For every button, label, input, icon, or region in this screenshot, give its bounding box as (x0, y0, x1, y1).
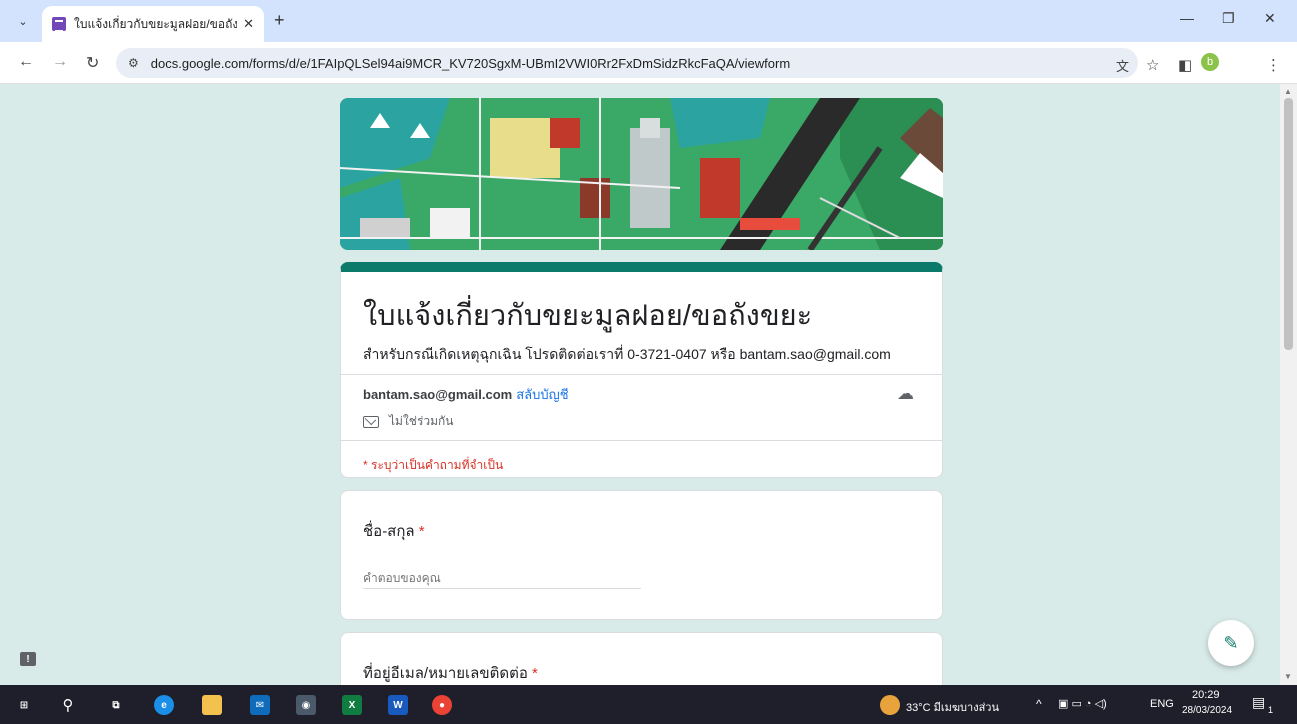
account-info: bantam.sao@gmail.com สลับบัญชี (363, 384, 569, 405)
reload-icon[interactable]: ↻ (86, 53, 99, 73)
close-window-icon[interactable]: ✕ (1264, 10, 1276, 27)
not-shared-text: ไม่ใช่ร่วมกัน (389, 414, 454, 428)
switch-account-link[interactable]: สลับบัญชี (516, 387, 568, 402)
edge-browser-icon[interactable]: e (154, 695, 174, 715)
scrollbar-thumb[interactable] (1284, 98, 1293, 350)
side-panel-icon[interactable]: ◧ (1178, 56, 1192, 74)
notification-count-badge: 1 (1268, 705, 1274, 715)
word-icon[interactable]: W (388, 695, 408, 715)
question-label-text: ชื่อ-สกุล (363, 523, 415, 540)
task-view-icon[interactable]: ⧉ (106, 695, 126, 715)
clock-time[interactable]: 20:29 (1192, 689, 1220, 701)
address-bar[interactable]: ⚙ docs.google.com/forms/d/e/1FAIpQLSel94… (116, 48, 1138, 78)
cloud-saved-icon: ☁ (897, 384, 914, 403)
tab-close-icon[interactable]: ✕ (243, 16, 254, 32)
account-email: bantam.sao@gmail.com (363, 387, 513, 402)
browser-toolbar: ← → ↻ ⚙ docs.google.com/forms/d/e/1FAIpQ… (0, 42, 1297, 84)
search-icon[interactable]: ⚲ (58, 695, 78, 715)
file-explorer-icon[interactable] (202, 695, 222, 715)
mail-not-shared-icon (363, 415, 379, 428)
notification-center-icon[interactable]: ▤ (1252, 694, 1265, 711)
required-asterisk: * (532, 665, 538, 682)
question-label: ชื่อ-สกุล * (363, 519, 425, 543)
restore-icon[interactable]: ❐ (1222, 10, 1235, 27)
weather-text[interactable]: 33°C มีเมฆบางส่วน (906, 698, 999, 716)
divider (341, 374, 942, 375)
weather-icon[interactable] (880, 695, 900, 715)
forward-arrow-icon[interactable]: → (52, 53, 68, 71)
report-feedback-icon[interactable]: ! (20, 652, 36, 666)
chrome-icon[interactable]: ● (432, 695, 452, 715)
form-title-card: ใบแจ้งเกี่ยวกับขยะมูลฝอย/ขอถังขยะ สำหรับ… (340, 262, 943, 478)
site-info-icon[interactable]: ⚙ (128, 56, 139, 70)
question-card-contact: ที่อยู่อีเมล/หมายเลขติดต่อ * (340, 632, 943, 685)
browser-menu-icon[interactable]: ⋮ (1266, 56, 1281, 74)
windows-taskbar: ⊞ ⚲ ⧉ e ✉ ◉ X W ● 33°C มีเมฆบางส่วน ^ ▣ … (0, 685, 1297, 724)
show-hidden-icons-icon[interactable]: ^ (1036, 697, 1042, 711)
divider (341, 440, 942, 441)
browser-tab[interactable]: ใบแจ้งเกี่ยวกับขยะมูลฝอย/ขอถังขยะ ✕ (42, 6, 264, 42)
page-scrollbar[interactable]: ▲ ▼ (1280, 84, 1297, 685)
question-label: ที่อยู่อีเมล/หมายเลขติดต่อ * (363, 661, 538, 685)
profile-avatar[interactable]: b (1201, 53, 1219, 71)
language-indicator[interactable]: ENG (1150, 698, 1174, 710)
mail-app-icon[interactable]: ✉ (250, 695, 270, 715)
required-note: * ระบุว่าเป็นคำถามที่จำเป็น (363, 458, 504, 472)
url-text[interactable]: docs.google.com/forms/d/e/1FAIpQLSel94ai… (151, 56, 790, 71)
back-arrow-icon[interactable]: ← (18, 53, 34, 71)
camera-app-icon[interactable]: ◉ (296, 695, 316, 715)
edit-pencil-button[interactable]: ✎ (1208, 620, 1254, 666)
question-card-name: ชื่อ-สกุล * (340, 490, 943, 620)
form-description: สำหรับกรณีเกิดเหตุฉุกเฉิน โปรดติดต่อเราท… (363, 346, 891, 362)
browser-tab-strip: ⌄ ใบแจ้งเกี่ยวกับขยะมูลฝอย/ขอถังขยะ ✕ + … (0, 0, 1297, 42)
minimize-icon[interactable]: — (1180, 10, 1194, 26)
translate-icon[interactable]: 文 (1116, 56, 1129, 75)
not-shared-row: ไม่ใช่ร่วมกัน (363, 412, 454, 431)
excel-icon[interactable]: X (342, 695, 362, 715)
bookmark-star-icon[interactable]: ☆ (1146, 56, 1159, 74)
name-answer-input[interactable] (363, 567, 641, 589)
clock-date[interactable]: 28/03/2024 (1182, 705, 1232, 716)
windows-start-icon[interactable]: ⊞ (14, 695, 34, 715)
question-label-text: ที่อยู่อีเมล/หมายเลขติดต่อ (363, 665, 528, 682)
page-viewport: ใบแจ้งเกี่ยวกับขยะมูลฝอย/ขอถังขยะ สำหรับ… (0, 84, 1280, 685)
tab-search-chevron-icon[interactable]: ⌄ (12, 10, 34, 32)
tab-title: ใบแจ้งเกี่ยวกับขยะมูลฝอย/ขอถังขยะ (74, 16, 238, 31)
google-forms-favicon-icon (52, 17, 66, 32)
new-tab-button[interactable]: + (274, 10, 285, 31)
form-title: ใบแจ้งเกี่ยวกับขยะมูลฝอย/ขอถังขยะ (363, 300, 813, 332)
city-illustration (340, 98, 943, 250)
scroll-up-arrow-icon[interactable]: ▲ (1284, 87, 1292, 96)
scroll-down-arrow-icon[interactable]: ▼ (1284, 672, 1292, 681)
form-header-image (340, 98, 943, 250)
required-asterisk: * (418, 523, 425, 540)
system-tray-icons[interactable]: ▣ ▭ ◔ ◁) (1058, 697, 1107, 710)
